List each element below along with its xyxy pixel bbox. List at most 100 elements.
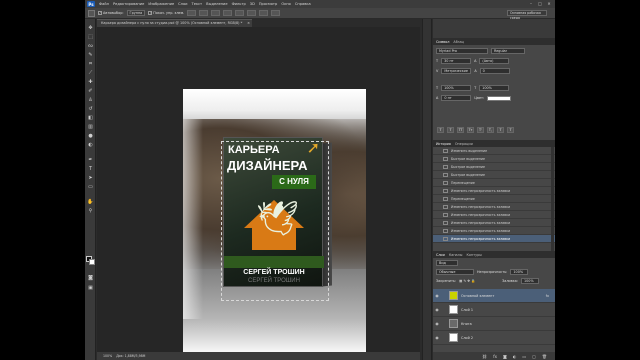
- move-tool-icon[interactable]: ✥: [87, 25, 94, 31]
- tab-actions[interactable]: Операции: [455, 142, 473, 146]
- tab-history[interactable]: История: [436, 142, 451, 146]
- tracking-field[interactable]: 0: [479, 68, 510, 74]
- menu-window[interactable]: Окно: [281, 2, 291, 6]
- eraser-tool-icon[interactable]: ◧: [87, 115, 94, 121]
- blur-tool-icon[interactable]: ●: [87, 133, 94, 139]
- eyedropper-tool-icon[interactable]: ⟋: [87, 70, 94, 76]
- folder-icon[interactable]: ▭: [522, 354, 526, 359]
- kerning-field[interactable]: Метрические: [441, 68, 472, 74]
- all-caps-button[interactable]: TT: [457, 127, 464, 133]
- text-color-swatch[interactable]: [487, 95, 512, 101]
- v-scale-field[interactable]: 100%: [441, 85, 472, 91]
- layer-row[interactable]: ◉ Книга: [433, 317, 555, 331]
- new-layer-icon[interactable]: ▢: [532, 354, 536, 359]
- brush-tool-icon[interactable]: ✐: [87, 88, 94, 94]
- layer-name[interactable]: Основной элемент: [461, 294, 546, 298]
- layer-row[interactable]: ◉ Основной элемент fx: [433, 289, 555, 303]
- history-item[interactable]: Перемещение: [433, 179, 555, 187]
- menu-edit[interactable]: Редактирование: [113, 2, 144, 6]
- layer-kind-filter[interactable]: Вид: [436, 260, 458, 266]
- history-item[interactable]: Быстрое выделение: [433, 163, 555, 171]
- trash-icon[interactable]: 🗑: [542, 354, 547, 359]
- screen-mode-icon[interactable]: ▣: [87, 285, 94, 291]
- quick-mask-icon[interactable]: ◙: [87, 275, 94, 281]
- align-left-button[interactable]: [223, 10, 233, 16]
- history-item[interactable]: Изменить непрозрачность заливки: [433, 235, 555, 243]
- menu-filter[interactable]: Фильтр: [232, 2, 246, 6]
- type-tool-icon[interactable]: T: [87, 166, 94, 172]
- close-icon[interactable]: ✕: [546, 1, 552, 6]
- mask-icon[interactable]: ◙: [503, 354, 507, 359]
- faux-italic-button[interactable]: T: [447, 127, 454, 133]
- gradient-tool-icon[interactable]: ▥: [87, 124, 94, 130]
- link-icon[interactable]: ⛓: [482, 354, 487, 359]
- subscript-button[interactable]: T,: [487, 127, 494, 133]
- dodge-tool-icon[interactable]: ◐: [87, 142, 94, 148]
- visibility-eye-icon[interactable]: ◉: [433, 335, 441, 340]
- history-scrollbar[interactable]: [551, 147, 554, 251]
- history-brush-tool-icon[interactable]: ↺: [87, 106, 94, 112]
- visibility-eye-icon[interactable]: ◉: [433, 321, 441, 326]
- auto-select-checkbox[interactable]: ✓ Автовыбор:: [98, 11, 124, 15]
- shape-tool-icon[interactable]: ▭: [87, 184, 94, 190]
- font-family-field[interactable]: Myriad Pro: [436, 48, 488, 54]
- blend-mode-select[interactable]: Обычные: [436, 269, 474, 275]
- layer-name[interactable]: Слой 2: [461, 336, 549, 340]
- transform-bounding-box[interactable]: [221, 141, 329, 301]
- tab-layers[interactable]: Слои: [436, 253, 445, 257]
- move-tool-icon[interactable]: [88, 9, 95, 17]
- background-color-swatch[interactable]: [89, 259, 95, 265]
- leading-field[interactable]: (Авто): [479, 58, 510, 64]
- history-item[interactable]: Изменить непрозрачность заливки: [433, 203, 555, 211]
- layer-row[interactable]: ◉ Слой 1: [433, 303, 555, 317]
- font-size-field[interactable]: 30 пт: [441, 58, 472, 64]
- distribute-button[interactable]: [259, 10, 269, 16]
- workspace-select[interactable]: Основная рабочая среда: [507, 10, 547, 20]
- maximize-icon[interactable]: □: [537, 1, 543, 6]
- layer-fx-badge[interactable]: fx: [546, 294, 549, 298]
- crop-tool-icon[interactable]: ⌗: [87, 61, 94, 67]
- underline-button[interactable]: T: [497, 127, 504, 133]
- history-item[interactable]: Быстрое выделение: [433, 155, 555, 163]
- lock-icons[interactable]: ▦ ✎ ✥ 🔒: [459, 279, 499, 283]
- align-top-button[interactable]: [187, 10, 197, 16]
- font-style-field[interactable]: Regular: [491, 48, 525, 54]
- pen-tool-icon[interactable]: ✒: [87, 157, 94, 163]
- document-tab[interactable]: Карьера дизайнера с нуля за студии.psd @…: [97, 19, 252, 27]
- stamp-tool-icon[interactable]: ♙: [87, 97, 94, 103]
- path-select-tool-icon[interactable]: ➤: [87, 175, 94, 181]
- history-item[interactable]: Изменить непрозрачность заливки: [433, 211, 555, 219]
- menu-help[interactable]: Справка: [295, 2, 311, 6]
- history-item[interactable]: Изменить непрозрачность заливки: [433, 227, 555, 235]
- menu-image[interactable]: Изображение: [148, 2, 174, 6]
- align-middle-button[interactable]: [199, 10, 209, 16]
- tab-character[interactable]: Символ: [436, 40, 449, 44]
- align-bottom-button[interactable]: [211, 10, 221, 16]
- h-scale-field[interactable]: 100%: [479, 85, 510, 91]
- menu-3d[interactable]: 3D: [250, 2, 255, 6]
- history-item[interactable]: Изменить непрозрачность заливки: [433, 219, 555, 227]
- menu-view[interactable]: Просмотр: [259, 2, 277, 6]
- visibility-eye-icon[interactable]: ◉: [433, 307, 441, 312]
- show-transform-checkbox[interactable]: ✓ Показ. упр. элем.: [148, 11, 184, 15]
- opacity-field[interactable]: 100%: [510, 269, 529, 275]
- tab-channels[interactable]: Каналы: [449, 253, 463, 257]
- marquee-tool-icon[interactable]: ⬚: [87, 34, 94, 40]
- close-document-icon[interactable]: ×: [247, 20, 250, 27]
- tab-paths[interactable]: Контуры: [466, 253, 482, 257]
- history-item[interactable]: Изменить непрозрачность заливки: [433, 187, 555, 195]
- auto-select-target[interactable]: Группа: [126, 10, 146, 16]
- strikethrough-button[interactable]: T: [507, 127, 514, 133]
- tab-paragraph[interactable]: Абзац: [453, 40, 464, 44]
- layer-name[interactable]: Слой 1: [461, 308, 549, 312]
- zoom-level[interactable]: 100%: [103, 354, 112, 358]
- align-right-button[interactable]: [247, 10, 257, 16]
- hand-tool-icon[interactable]: ✋: [87, 199, 94, 205]
- menu-type[interactable]: Текст: [192, 2, 203, 6]
- history-item[interactable]: Быстрое выделение: [433, 171, 555, 179]
- fill-field[interactable]: 100%: [520, 278, 539, 284]
- menu-select[interactable]: Выделение: [206, 2, 227, 6]
- visibility-eye-icon[interactable]: ◉: [433, 293, 441, 298]
- small-caps-button[interactable]: Tт: [467, 127, 474, 133]
- faux-bold-button[interactable]: T: [437, 127, 444, 133]
